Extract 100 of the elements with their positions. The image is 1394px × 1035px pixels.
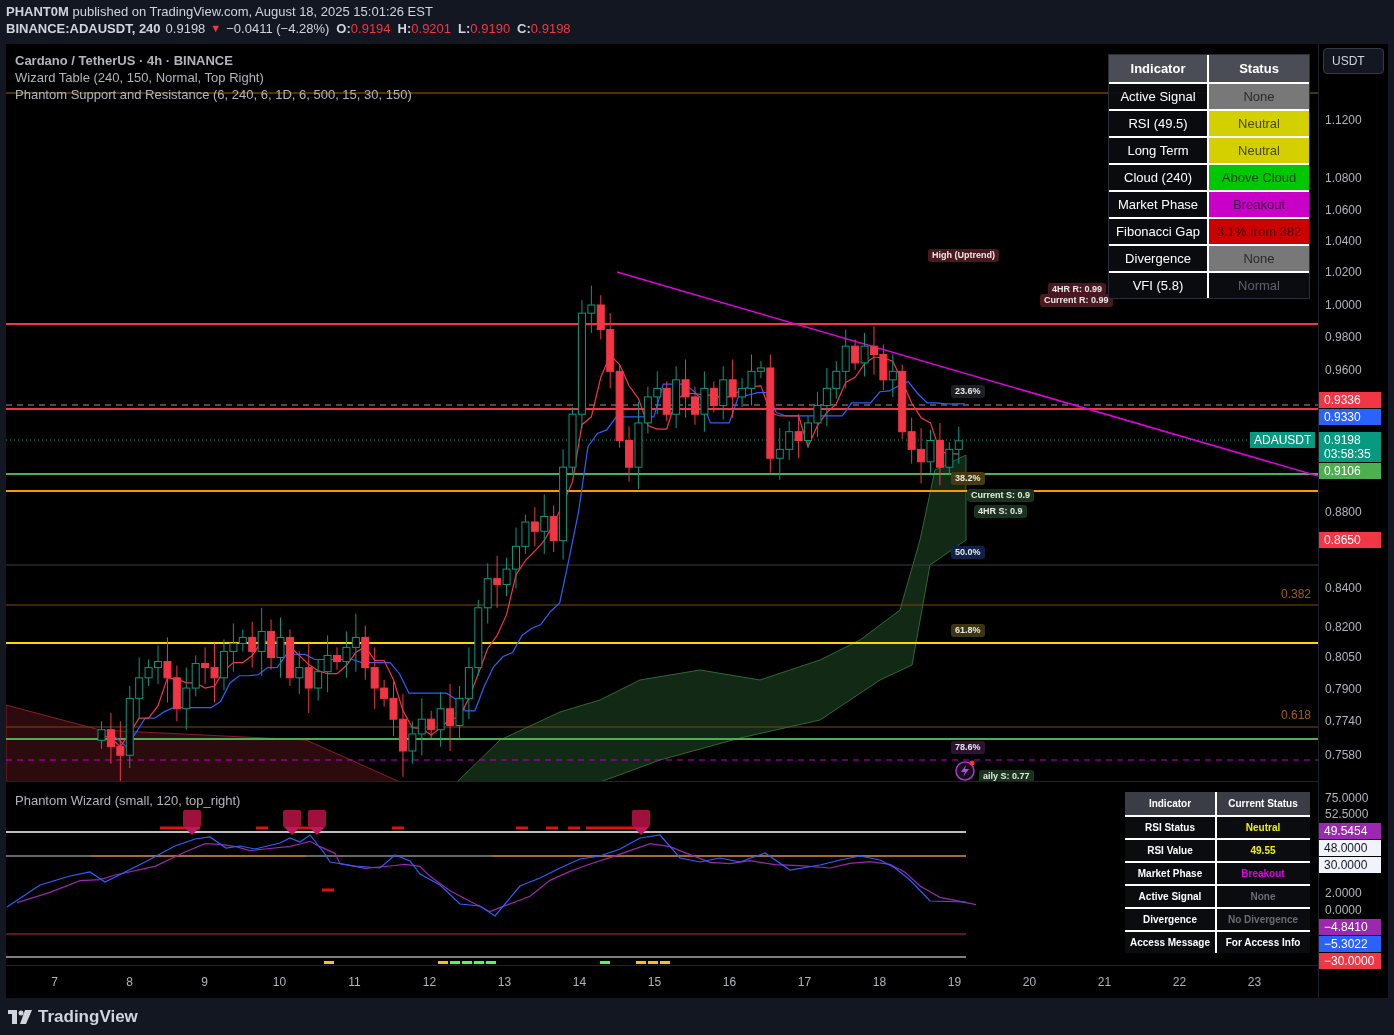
candlestick	[285, 628, 294, 687]
time-label: 9	[201, 974, 208, 991]
last-price: 0.9198	[165, 20, 206, 37]
column-header: Indicator	[1109, 55, 1209, 82]
level-label: 78.6%	[951, 741, 985, 754]
sell-marker-icon	[183, 810, 201, 835]
axis-label: 1.0800	[1325, 171, 1362, 185]
table-cell: Access Message	[1125, 932, 1217, 953]
level-label: Current R: 0.99	[1040, 294, 1113, 307]
table-cell: RSI Value	[1125, 840, 1217, 861]
candlestick	[804, 415, 813, 449]
time-label: 18	[872, 974, 887, 991]
candlestick	[794, 413, 803, 459]
level-label: High (Uptrend)	[928, 249, 999, 262]
status-cell: Breakout	[1209, 192, 1309, 217]
axis-label: 1.0200	[1325, 265, 1362, 279]
time-label: 14	[572, 974, 587, 991]
axis-label: 0.7740	[1325, 714, 1362, 728]
axis-label: 0.8400	[1325, 581, 1362, 595]
axis-label: 0.0000	[1325, 903, 1362, 917]
axis-label: 52.5000	[1325, 807, 1369, 821]
price-change: −0.0411 (−4.28%)	[226, 20, 330, 37]
status-cell: 3.1% from 382	[1209, 219, 1309, 244]
time-label: 17	[797, 974, 812, 991]
status-cell-text: No Divergence	[1227, 913, 1299, 927]
price-tag: 0.9106	[1319, 463, 1381, 479]
axis-label: 1.0000	[1325, 298, 1362, 312]
time-label: 8	[126, 974, 133, 991]
axis-label: 1.1200	[1325, 113, 1362, 127]
price-tag: 0.9198 03:58:35	[1319, 432, 1381, 462]
published-note: PHANT0M published on TradingView.com, August 18, 2025 15:01:26 EST	[6, 3, 434, 20]
table-cell: Divergence	[1125, 909, 1217, 930]
level-label: Current S: 0.9	[967, 489, 1034, 502]
candlestick	[276, 617, 285, 679]
price-tag: 30.0000	[1319, 857, 1381, 873]
time-label: 21	[1097, 974, 1112, 991]
column-header: Current Status	[1227, 797, 1299, 811]
candlestick	[917, 427, 926, 484]
sell-marker-icon	[308, 810, 326, 835]
time-label: 13	[497, 974, 512, 991]
status-cell-text: None	[1249, 890, 1277, 904]
axis-label: 0.8800	[1325, 505, 1362, 519]
level-label: 50.0%	[951, 546, 985, 559]
column-header: Status	[1238, 59, 1280, 78]
status-cell-text: Neutral	[1244, 821, 1282, 835]
axis-label: 2.0000	[1325, 886, 1362, 900]
time-label: 15	[647, 974, 662, 991]
price-tag: −4.8410	[1319, 919, 1381, 935]
price-tag: 0.8650	[1319, 532, 1381, 548]
status-cell: Above Cloud	[1209, 165, 1309, 190]
level-label: 38.2%	[951, 472, 985, 485]
symbol-tag: ADAUSDT	[1250, 432, 1316, 448]
fib-level-label: 0.618	[1281, 707, 1312, 724]
axis-label: 0.7580	[1325, 748, 1362, 762]
candlestick	[172, 665, 181, 722]
status-cell: None	[1209, 246, 1309, 271]
logo-icon	[8, 1009, 32, 1024]
level-label: 23.6%	[951, 385, 985, 398]
time-label: 23	[1247, 974, 1262, 991]
lightning-icon	[955, 760, 976, 781]
indicator-legend: Phantom Support and Resistance (6, 240, 6, 1D, 6, 500, 15, 30, 150)	[15, 86, 412, 103]
time-label: 20	[1022, 974, 1037, 991]
time-label: 16	[722, 974, 737, 991]
time-label: 10	[272, 974, 287, 991]
candlestick	[219, 638, 228, 691]
price-tag: 48.0000	[1319, 840, 1381, 856]
table-cell: RSI Status	[1125, 817, 1217, 838]
time-label: 7	[51, 974, 58, 991]
ohlc-value: C:0.9198	[517, 20, 571, 37]
ohlc-value: L:0.9190	[458, 20, 511, 37]
candlestick	[860, 332, 869, 377]
candlestick	[813, 391, 822, 438]
axis-label: 0.9800	[1325, 330, 1362, 344]
candlestick	[446, 683, 455, 752]
candlestick	[455, 685, 464, 739]
axis-label: 75.0000	[1325, 791, 1369, 805]
level-label: aily S: 0.77	[979, 770, 1034, 781]
time-label: 22	[1172, 974, 1187, 991]
pane-title: Phantom Wizard (small, 120, top_right)	[15, 792, 241, 810]
time-label: 12	[422, 974, 437, 991]
candlestick	[879, 344, 888, 391]
currency-button[interactable]: USDT	[1323, 48, 1384, 74]
ohlc-value: O:0.9194	[336, 20, 391, 37]
column-header: Indicator	[1125, 792, 1217, 815]
candlestick	[361, 625, 370, 681]
brand-name: TradingView	[38, 1005, 138, 1028]
axis-label: 0.9600	[1325, 363, 1362, 377]
table-cell: Active Signal	[1125, 886, 1217, 907]
candlestick	[267, 619, 276, 671]
candlestick	[653, 370, 662, 415]
status-cell: None	[1209, 84, 1309, 109]
status-cell-text: For Access Info	[1224, 936, 1302, 950]
status-cell: Neutral	[1209, 138, 1309, 163]
level-label: 61.8%	[951, 624, 985, 637]
candlestick	[493, 555, 502, 609]
candlestick	[351, 613, 360, 673]
candlestick	[483, 562, 492, 624]
axis-label: 0.7900	[1325, 682, 1362, 696]
indicator-legend: Cardano / TetherUS · 4h · BINANCE	[15, 52, 412, 69]
price-tag: 0.9330	[1319, 409, 1381, 425]
